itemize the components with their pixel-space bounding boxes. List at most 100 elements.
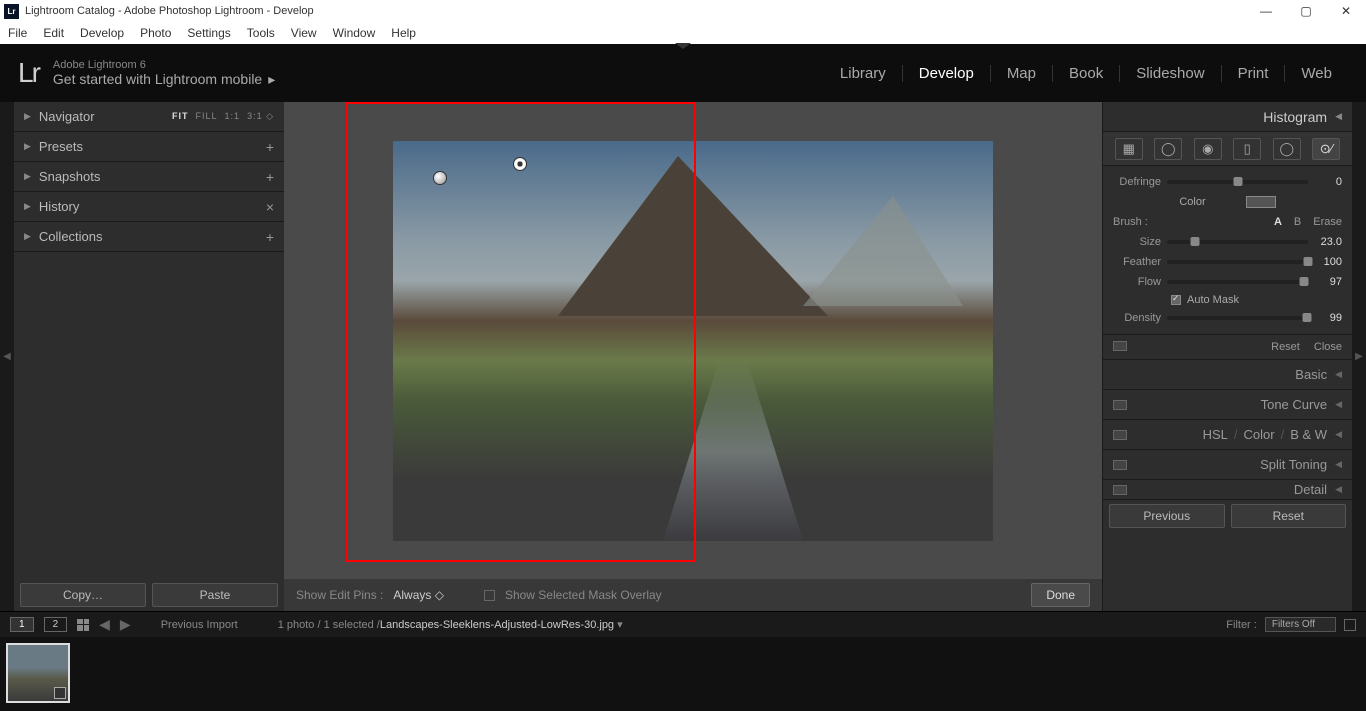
module-web[interactable]: Web: [1285, 65, 1348, 82]
filmstrip[interactable]: [0, 637, 1366, 711]
brush-b[interactable]: B: [1294, 216, 1301, 228]
primary-display-badge[interactable]: 1: [10, 617, 34, 632]
brush-reset[interactable]: Reset: [1271, 341, 1300, 353]
menu-view[interactable]: View: [291, 26, 317, 40]
menu-help[interactable]: Help: [391, 26, 416, 40]
source-label[interactable]: Previous Import: [161, 619, 238, 631]
right-panel-toggle[interactable]: ▶: [1352, 102, 1366, 611]
identity-bar: Lr Adobe Lightroom 6 Get started with Li…: [0, 44, 1366, 102]
defringe-label: Defringe: [1113, 176, 1161, 188]
collapse-icon: ◀: [1335, 111, 1342, 122]
detail-panel-header[interactable]: Detail◀: [1103, 480, 1352, 500]
adjustment-pin-active[interactable]: [513, 157, 527, 171]
size-value[interactable]: 23.0: [1314, 236, 1342, 248]
photo-preview[interactable]: [393, 141, 993, 541]
flow-value[interactable]: 97: [1314, 276, 1342, 288]
split-toning-header[interactable]: Split Toning◀: [1103, 450, 1352, 480]
minimize-button[interactable]: —: [1246, 0, 1286, 22]
module-library[interactable]: Library: [824, 65, 903, 82]
add-icon[interactable]: +: [266, 229, 274, 245]
graduated-filter-tool[interactable]: ▯: [1233, 138, 1261, 160]
app-icon: Lr: [4, 4, 19, 19]
add-icon[interactable]: +: [266, 139, 274, 155]
spot-tool[interactable]: ◯: [1154, 138, 1182, 160]
density-slider[interactable]: [1167, 316, 1308, 320]
navigator-zoom-options[interactable]: FIT FILL 1:1 3:1 ◇: [172, 111, 274, 122]
image-canvas[interactable]: [284, 102, 1102, 579]
menu-develop[interactable]: Develop: [80, 26, 124, 40]
redeye-tool[interactable]: ◉: [1194, 138, 1222, 160]
module-map[interactable]: Map: [991, 65, 1053, 82]
mobile-link[interactable]: Get started with Lightroom mobile ▸: [53, 71, 275, 88]
panel-switch[interactable]: [1113, 430, 1127, 440]
color-label: Color: [1179, 196, 1205, 208]
nav-forward-icon[interactable]: ▶: [120, 616, 131, 633]
color-swatch[interactable]: [1246, 196, 1276, 208]
size-slider[interactable]: [1167, 240, 1308, 244]
snapshots-header[interactable]: ▶ Snapshots +: [14, 162, 284, 192]
module-print[interactable]: Print: [1222, 65, 1286, 82]
clear-icon[interactable]: ×: [266, 199, 274, 215]
right-panel: Histogram◀ ▦ ◯ ◉ ▯ ◯ ⊙⁄ Defringe 0 Color …: [1102, 102, 1352, 611]
reset-button[interactable]: Reset: [1231, 504, 1347, 528]
module-slideshow[interactable]: Slideshow: [1120, 65, 1221, 82]
adjustment-pin[interactable]: [433, 171, 447, 185]
flow-slider[interactable]: [1167, 280, 1308, 284]
grid-view-icon[interactable]: [77, 619, 89, 631]
secondary-display-badge[interactable]: 2: [44, 617, 68, 632]
presets-header[interactable]: ▶ Presets +: [14, 132, 284, 162]
collections-header[interactable]: ▶ Collections +: [14, 222, 284, 252]
add-icon[interactable]: +: [266, 169, 274, 185]
menu-edit[interactable]: Edit: [43, 26, 64, 40]
panel-switch[interactable]: [1113, 460, 1127, 470]
mask-overlay-checkbox[interactable]: [484, 590, 495, 601]
edit-pins-mode[interactable]: Always ◇: [393, 588, 444, 602]
tone-curve-header[interactable]: Tone Curve◀: [1103, 390, 1352, 420]
filter-select[interactable]: Filters Off: [1265, 617, 1336, 632]
paste-button[interactable]: Paste: [152, 583, 278, 607]
brush-a[interactable]: A: [1274, 216, 1282, 228]
menu-window[interactable]: Window: [333, 26, 376, 40]
density-value[interactable]: 99: [1314, 312, 1342, 324]
radial-filter-tool[interactable]: ◯: [1273, 138, 1301, 160]
copy-button[interactable]: Copy…: [20, 583, 146, 607]
dropdown-icon[interactable]: ▾: [617, 619, 623, 631]
brush-mode-tabs: Brush : A B Erase: [1113, 212, 1342, 232]
basic-panel-header[interactable]: Basic◀: [1103, 360, 1352, 390]
top-panel-toggle[interactable]: [675, 43, 691, 49]
brush-panel: Defringe 0 Color Brush : A B Erase Size 23…: [1103, 166, 1352, 335]
panel-switch[interactable]: [1113, 341, 1127, 351]
brush-close[interactable]: Close: [1314, 341, 1342, 353]
brush-tool[interactable]: ⊙⁄: [1312, 138, 1340, 160]
history-header[interactable]: ▶ History ×: [14, 192, 284, 222]
menu-photo[interactable]: Photo: [140, 26, 171, 40]
filmstrip-thumbnail[interactable]: [6, 643, 70, 703]
menu-file[interactable]: File: [8, 26, 27, 40]
menu-settings[interactable]: Settings: [187, 26, 230, 40]
panel-switch[interactable]: [1113, 400, 1127, 410]
hsl-panel-header[interactable]: HSL/Color/B & W◀: [1103, 420, 1352, 450]
nav-back-icon[interactable]: ◀: [99, 616, 110, 633]
brush-erase[interactable]: Erase: [1313, 216, 1342, 228]
automask-checkbox[interactable]: [1171, 295, 1181, 305]
color-tab-label: Color: [1244, 427, 1275, 442]
navigator-header[interactable]: ▶ Navigator FIT FILL 1:1 3:1 ◇: [14, 102, 284, 132]
feather-slider[interactable]: [1167, 260, 1308, 264]
filter-lock-icon[interactable]: [1344, 619, 1356, 631]
module-book[interactable]: Book: [1053, 65, 1120, 82]
maximize-button[interactable]: ▢: [1286, 0, 1326, 22]
defringe-value[interactable]: 0: [1314, 176, 1342, 188]
panel-switch[interactable]: [1113, 485, 1127, 495]
menu-tools[interactable]: Tools: [247, 26, 275, 40]
histogram-header[interactable]: Histogram◀: [1103, 102, 1352, 132]
feather-value[interactable]: 100: [1314, 256, 1342, 268]
close-button[interactable]: ✕: [1326, 0, 1366, 22]
module-develop[interactable]: Develop: [903, 65, 991, 82]
done-button[interactable]: Done: [1031, 583, 1090, 607]
size-label: Size: [1113, 236, 1161, 248]
defringe-slider[interactable]: [1167, 180, 1308, 184]
previous-button[interactable]: Previous: [1109, 504, 1225, 528]
window-title: Lightroom Catalog - Adobe Photoshop Ligh…: [25, 5, 314, 17]
left-panel-toggle[interactable]: ◀: [0, 102, 14, 611]
crop-tool[interactable]: ▦: [1115, 138, 1143, 160]
